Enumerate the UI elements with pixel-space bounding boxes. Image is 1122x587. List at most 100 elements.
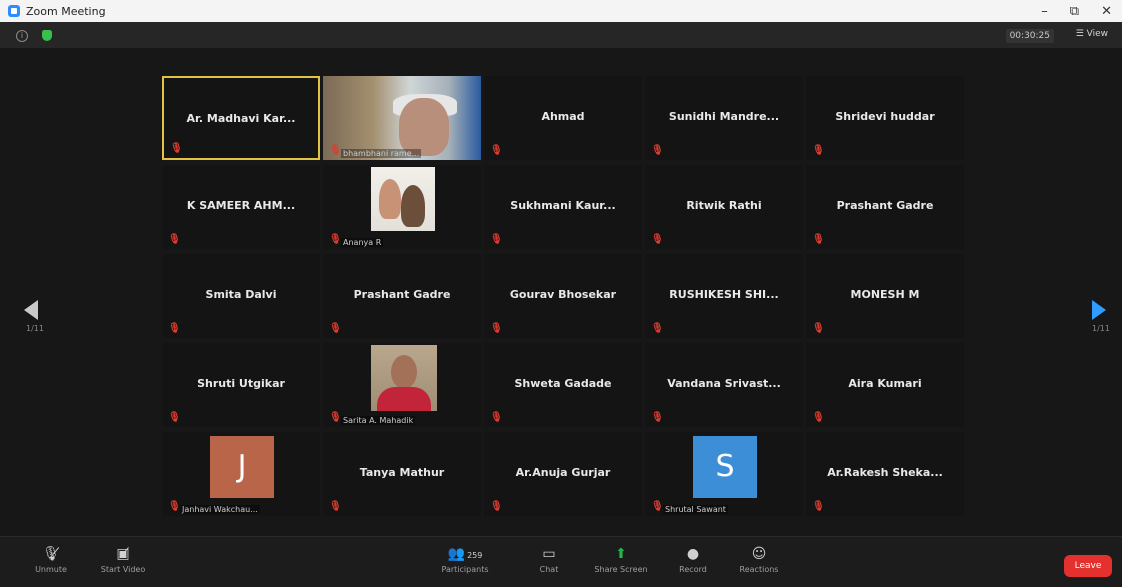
participant-name: K SAMEER AHM... (186, 199, 296, 212)
zoom-app-icon (8, 5, 20, 17)
participant-tile[interactable]: Smita Dalvi 🎙︎ (162, 254, 320, 338)
mic-muted-icon: 🎙︎ (329, 412, 342, 423)
mic-muted-icon: 🎙︎ (651, 145, 664, 156)
participant-tile[interactable]: Tanya Mathur 🎙︎ (323, 432, 481, 516)
participant-caption: Shrutal Sawant (663, 505, 728, 514)
next-page-label: 1/11 (1092, 324, 1110, 333)
participant-name: Sukhmani Kaur... (510, 199, 616, 212)
window-title: Zoom Meeting (26, 4, 106, 18)
reactions-button[interactable]: ☺ Reactions (714, 543, 804, 583)
participant-tile[interactable]: Shridevi huddar 🎙︎ (806, 76, 964, 160)
meeting-topbar: i 00:30:25 ☰ View (0, 22, 1122, 48)
restore-button[interactable]: ⧉ (1070, 4, 1079, 19)
participant-tile[interactable]: Ar. Madhavi Kar... 🎙︎ (162, 76, 320, 160)
participant-tile[interactable]: 🎙︎ bhambhani rame... (323, 76, 481, 160)
window-controls: – ⧉ ✕ (1041, 0, 1112, 22)
participant-name: Prashant Gadre (353, 288, 451, 301)
participant-tile[interactable]: K SAMEER AHM... 🎙︎ (162, 165, 320, 249)
info-icon[interactable]: i (16, 30, 28, 42)
participant-name: Vandana Srivast... (667, 377, 781, 390)
participant-tile[interactable]: Sukhmani Kaur... 🎙︎ (484, 165, 642, 249)
mic-muted-icon: 🎙︎ (651, 323, 664, 334)
mic-muted-icon: 🎙︎ (168, 323, 181, 334)
participant-video (371, 345, 437, 411)
zoom-window: Zoom Meeting – ⧉ ✕ i 00:30:25 ☰ View 1/1… (0, 0, 1122, 587)
mic-muted-icon: 🎙︎ (812, 501, 825, 512)
participant-caption: Ananya R (341, 238, 384, 247)
mic-muted-icon: 🎙︎ (651, 501, 664, 512)
participant-name: Aira Kumari (848, 377, 922, 390)
participant-tile[interactable]: Aira Kumari 🎙︎ (806, 343, 964, 427)
prev-page-arrow-icon[interactable] (24, 300, 38, 320)
mic-muted-icon: 🎙︎ (490, 234, 503, 245)
participant-tile[interactable]: Vandana Srivast... 🎙︎ (645, 343, 803, 427)
participant-caption: Sarita A. Mahadik (341, 416, 416, 425)
avatar: J (210, 436, 274, 498)
participant-tile[interactable]: Ritwik Rathi 🎙︎ (645, 165, 803, 249)
mic-muted-icon: 🎙︎ (329, 323, 342, 334)
participant-name: Prashant Gadre (836, 199, 934, 212)
participant-tile[interactable]: Gourav Bhosekar 🎙︎ (484, 254, 642, 338)
participant-tile[interactable]: S 🎙︎ Shrutal Sawant (645, 432, 803, 516)
participant-name: MONESH M (850, 288, 920, 301)
participant-caption: bhambhani rame... (341, 149, 422, 158)
participant-tile[interactable]: J 🎙︎ Janhavi Wakchau... (162, 432, 320, 516)
participant-tile[interactable]: MONESH M 🎙︎ (806, 254, 964, 338)
mic-muted-icon: 🎙︎ (168, 234, 181, 245)
gallery-grid: 1/11 1/11 Ar. Madhavi Kar... 🎙︎ 🎙︎ bhambhan… (0, 48, 1122, 536)
participant-tile[interactable]: RUSHIKESH SHI... 🎙︎ (645, 254, 803, 338)
participant-tile[interactable]: Shruti Utgikar 🎙︎ (162, 343, 320, 427)
view-label: View (1086, 29, 1108, 39)
start-video-button[interactable]: ▣̸ Start Video (78, 543, 168, 583)
participant-name: Tanya Mathur (359, 466, 445, 479)
participants-icon: 👥 259 (447, 546, 483, 562)
meeting-timer: 00:30:25 (1005, 29, 1054, 43)
mic-muted-icon: 🎙︎ (329, 234, 342, 245)
view-button[interactable]: ☰ View (1076, 29, 1108, 39)
mic-muted-icon: 🎙︎ (490, 323, 503, 334)
participant-name: Shruti Utgikar (197, 377, 285, 390)
encryption-shield-icon[interactable] (42, 30, 52, 41)
mic-muted-icon: 🎙︎ (170, 143, 183, 154)
participant-caption: Janhavi Wakchau... (180, 505, 260, 514)
participants-button[interactable]: 👥 259 Participants (420, 543, 510, 583)
participant-tile[interactable]: Ahmad 🎙︎ (484, 76, 642, 160)
meeting-toolbar: 🎙︎̸ Unmute ▣̸ Start Video 👥 259 Participa… (0, 536, 1122, 587)
participants-label: Participants (441, 565, 489, 574)
participant-name: Ahmad (541, 110, 585, 123)
participant-tile[interactable]: 🎙︎ Sarita A. Mahadik (323, 343, 481, 427)
participant-tile[interactable]: Shweta Gadade 🎙︎ (484, 343, 642, 427)
participant-video (371, 167, 435, 231)
participant-name: Sunidhi Mandre... (668, 110, 780, 123)
participant-name: Shweta Gadade (514, 377, 612, 390)
mic-muted-icon: 🎙︎ (812, 145, 825, 156)
start-video-label: Start Video (100, 565, 146, 574)
mic-muted-icon: 🎙︎ (329, 145, 342, 156)
participant-tile[interactable]: Ar.Anuja Gurjar 🎙︎ (484, 432, 642, 516)
leave-button[interactable]: Leave (1064, 555, 1112, 577)
mic-muted-icon: 🎙︎ (329, 501, 342, 512)
participant-tile[interactable]: Ar.Rakesh Sheka... 🎙︎ (806, 432, 964, 516)
participant-name: Shridevi huddar (835, 110, 935, 123)
participant-tile[interactable]: Prashant Gadre 🎙︎ (806, 165, 964, 249)
reactions-label: Reactions (739, 565, 779, 574)
mic-muted-icon: 🎙︎ (490, 412, 503, 423)
participant-tile[interactable]: Sunidhi Mandre... 🎙︎ (645, 76, 803, 160)
minimize-button[interactable]: – (1041, 4, 1048, 19)
participant-name: Ar.Anuja Gurjar (515, 466, 611, 479)
mic-muted-icon: 🎙︎ (168, 412, 181, 423)
mic-muted-icon: 🎙︎ (651, 412, 664, 423)
close-button[interactable]: ✕ (1101, 4, 1112, 19)
prev-page-label: 1/11 (26, 324, 44, 333)
mic-muted-icon: 🎙︎ (812, 323, 825, 334)
mic-muted-icon: 🎙︎ (812, 412, 825, 423)
participant-name: Smita Dalvi (205, 288, 277, 301)
mic-muted-icon: 🎙︎ (812, 234, 825, 245)
mic-muted-icon: 🎙︎ (651, 234, 664, 245)
participant-name: Gourav Bhosekar (509, 288, 617, 301)
participant-name: Ar.Rakesh Sheka... (827, 466, 943, 479)
participant-video (323, 76, 481, 160)
participant-tile[interactable]: 🎙︎ Ananya R (323, 165, 481, 249)
next-page-arrow-icon[interactable] (1092, 300, 1106, 320)
participant-tile[interactable]: Prashant Gadre 🎙︎ (323, 254, 481, 338)
